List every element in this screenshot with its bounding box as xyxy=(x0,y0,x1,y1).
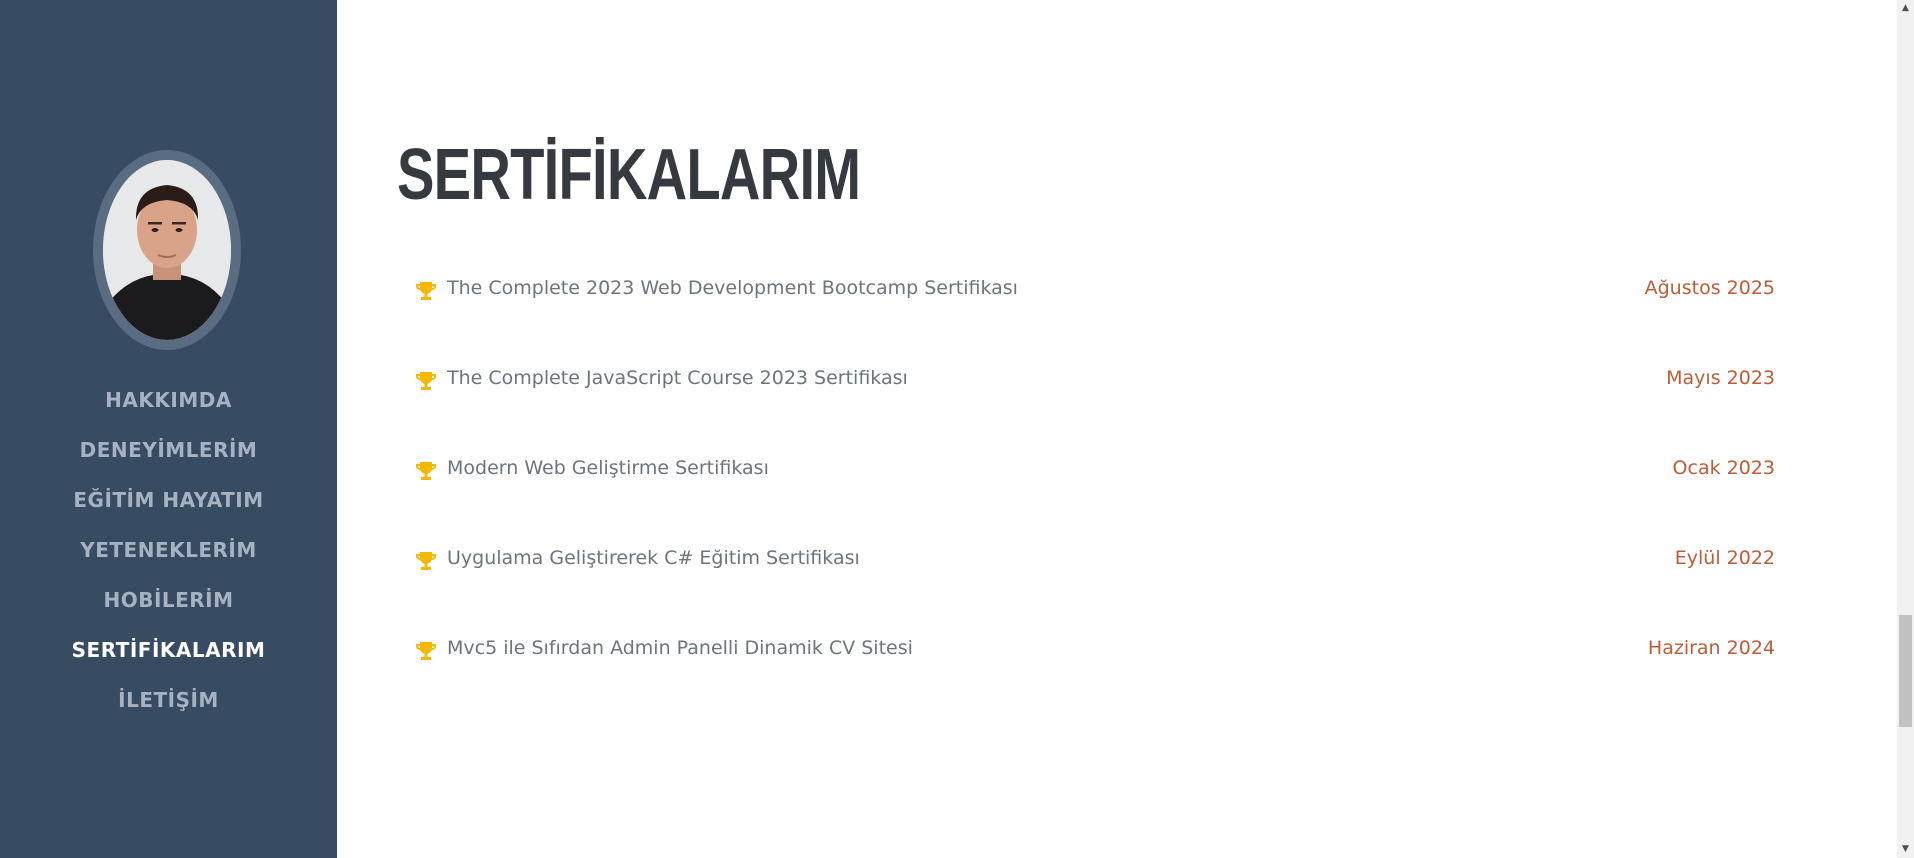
vertical-scrollbar[interactable]: ▲ ▼ xyxy=(1897,0,1914,858)
scroll-up-arrow-icon[interactable]: ▲ xyxy=(1897,0,1914,17)
sidebar: HAKKIMDA DENEYİMLERİM EĞİTİM HAYATIM YET… xyxy=(0,0,337,858)
avatar-frame xyxy=(93,150,241,350)
certificate-date: Haziran 2024 xyxy=(1647,637,1775,659)
certificate-date: Ocak 2023 xyxy=(1672,457,1775,479)
trophy-icon xyxy=(415,640,437,662)
sidebar-nav: HAKKIMDA DENEYİMLERİM EĞİTİM HAYATIM YET… xyxy=(0,375,337,725)
main-content: SERTİFİKALARIM The Complete 2023 Web Dev… xyxy=(337,0,1897,858)
certificate-list: The Complete 2023 Web Development Bootca… xyxy=(415,265,1775,715)
certificate-item: Modern Web Geliştirme Sertifikası Ocak 2… xyxy=(415,445,1775,535)
certificate-name: Mvc5 ile Sıfırdan Admin Panelli Dinamik … xyxy=(447,637,913,659)
certificate-item: Mvc5 ile Sıfırdan Admin Panelli Dinamik … xyxy=(415,625,1775,715)
nav-item-egitim-hayatim[interactable]: EĞİTİM HAYATIM xyxy=(0,475,337,525)
trophy-icon xyxy=(415,550,437,572)
trophy-icon xyxy=(415,460,437,482)
scroll-down-arrow-icon[interactable]: ▼ xyxy=(1897,841,1914,858)
certificate-name: Uygulama Geliştirerek C# Eğitim Sertifik… xyxy=(447,547,860,569)
nav-item-iletisim[interactable]: İLETİŞİM xyxy=(0,675,337,725)
nav-item-deneyimlerim[interactable]: DENEYİMLERİM xyxy=(0,425,337,475)
certificate-date: Ağustos 2025 xyxy=(1644,277,1775,299)
nav-item-hobilerim[interactable]: HOBİLERİM xyxy=(0,575,337,625)
certificate-item: Uygulama Geliştirerek C# Eğitim Sertifik… xyxy=(415,535,1775,625)
certificate-date: Mayıs 2023 xyxy=(1666,367,1775,389)
avatar xyxy=(103,160,231,340)
certificate-name: Modern Web Geliştirme Sertifikası xyxy=(447,457,769,479)
profile-photo xyxy=(103,160,231,340)
scroll-thumb[interactable] xyxy=(1899,615,1912,727)
nav-item-sertifikalarim[interactable]: SERTİFİKALARIM xyxy=(0,625,337,675)
certificate-item: The Complete JavaScript Course 2023 Sert… xyxy=(415,355,1775,445)
nav-item-hakkimda[interactable]: HAKKIMDA xyxy=(0,375,337,425)
certificate-name: The Complete JavaScript Course 2023 Sert… xyxy=(447,367,908,389)
page-title: SERTİFİKALARIM xyxy=(397,135,861,215)
certificate-item: The Complete 2023 Web Development Bootca… xyxy=(415,265,1775,355)
certificate-name: The Complete 2023 Web Development Bootca… xyxy=(447,277,1018,299)
trophy-icon xyxy=(415,370,437,392)
trophy-icon xyxy=(415,280,437,302)
certificate-date: Eylül 2022 xyxy=(1674,547,1775,569)
nav-item-yeteneklerim[interactable]: YETENEKLERİM xyxy=(0,525,337,575)
